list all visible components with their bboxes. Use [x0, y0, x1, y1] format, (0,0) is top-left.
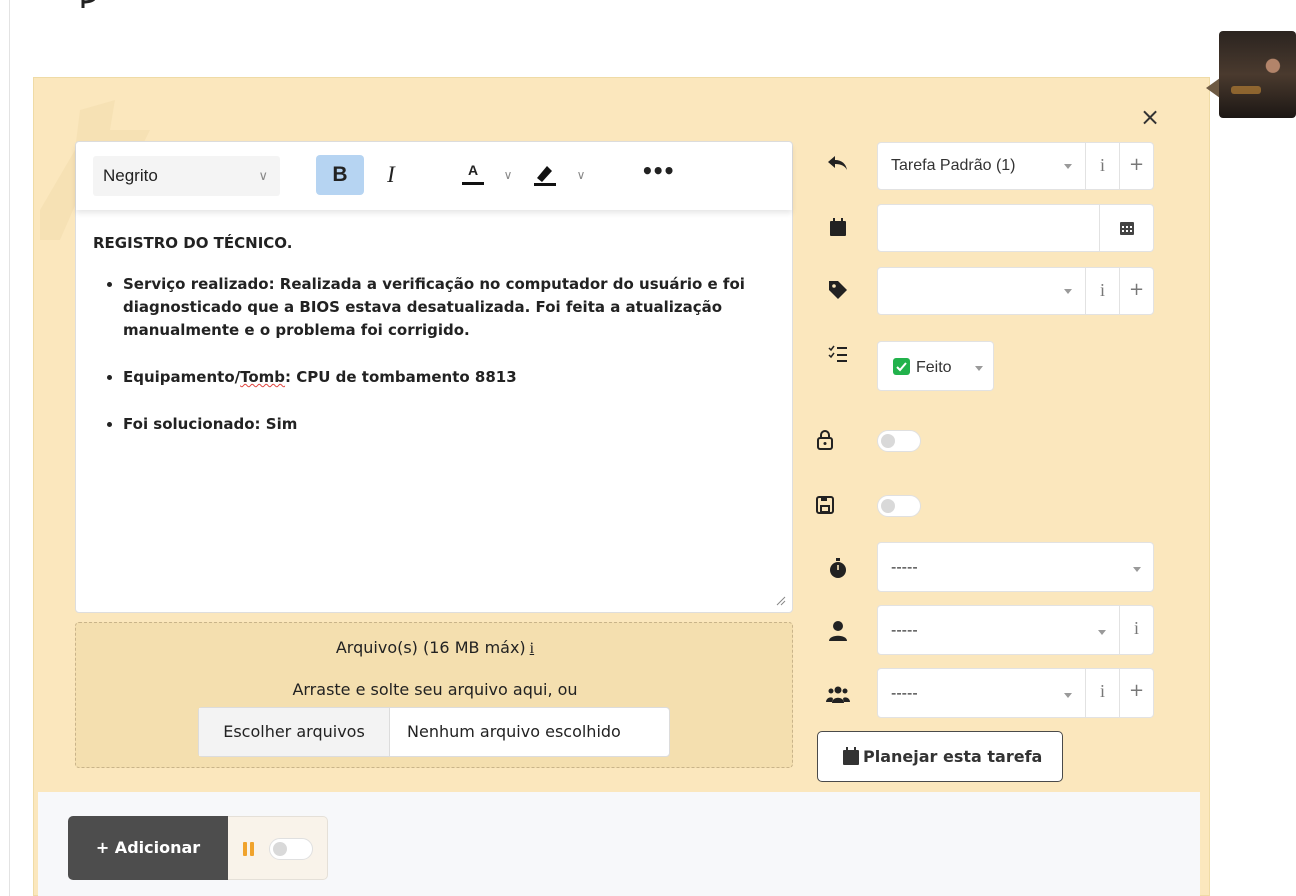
task-template-select[interactable]: Tarefa Padrão (1) i +	[877, 142, 1154, 190]
avatar-pointer	[1206, 78, 1220, 98]
font-color-icon: A	[467, 162, 479, 178]
caret-down-icon	[1064, 289, 1072, 294]
highlight-chevron-icon[interactable]: ∨	[574, 165, 588, 185]
status-dropdown[interactable]: Feito	[877, 341, 994, 391]
pause-segment	[228, 816, 328, 880]
reply-icon	[828, 156, 847, 170]
file-input[interactable]: Escolher arquivos Nenhum arquivo escolhi…	[198, 707, 670, 757]
task-template-value: Tarefa Padrão (1)	[891, 157, 1016, 174]
status-label: Feito	[916, 359, 952, 376]
content-heading: REGISTRO DO TÉCNICO.	[93, 234, 293, 252]
list-item: Foi solucionado: Sim	[123, 413, 783, 436]
user-icon	[829, 621, 847, 641]
caret-down-icon	[1098, 630, 1106, 635]
calendar-icon	[843, 747, 859, 765]
drag-drop-hint: Arraste e solte seu arquivo aqui, ou	[292, 680, 578, 699]
caret-down-icon	[975, 366, 983, 371]
duration-select[interactable]: -----	[877, 542, 1154, 592]
lock-icon	[817, 430, 833, 450]
no-file-text: Nenhum arquivo escolhido	[407, 722, 621, 741]
rich-text-editor[interactable]: Negrito ∨ B I A ∨ ∨ ••• REGISTRO DO TÉCN…	[75, 141, 793, 613]
misspelled-word: Tomb	[240, 368, 286, 386]
calendar-grid-icon	[1119, 222, 1134, 235]
content-bullet-list: Serviço realizado: Realizada a verificaç…	[93, 273, 783, 436]
save-icon	[816, 496, 834, 514]
chevron-down-icon: ∨	[258, 168, 268, 183]
technician-info-button[interactable]: i	[1119, 606, 1153, 654]
category-add-button[interactable]: +	[1119, 268, 1153, 314]
truncated-heading-fragment	[81, 0, 96, 8]
list-item: Serviço realizado: Realizada a verificaç…	[123, 273, 783, 342]
editor-content[interactable]: REGISTRO DO TÉCNICO. Serviço realizado: …	[93, 232, 783, 460]
caret-down-icon	[1064, 164, 1072, 169]
caret-down-icon	[1133, 567, 1141, 572]
technician-select[interactable]: ----- i	[877, 605, 1154, 655]
status-done-icon	[893, 358, 910, 375]
bold-button[interactable]: B	[316, 155, 364, 195]
group-icon	[826, 686, 850, 703]
private-toggle[interactable]	[877, 430, 921, 452]
user-avatar	[1219, 31, 1296, 118]
page-left-border	[9, 0, 10, 896]
group-select[interactable]: ----- i +	[877, 668, 1154, 718]
group-value: -----	[891, 685, 918, 702]
pause-toggle[interactable]	[269, 838, 313, 860]
font-color-button[interactable]: A	[459, 162, 487, 188]
calendar-icon	[830, 218, 846, 236]
category-select[interactable]: i +	[877, 267, 1154, 315]
info-icon[interactable]: i	[530, 640, 534, 657]
list-item: Equipamento/Tomb: CPU de tombamento 8813	[123, 366, 783, 389]
save-toggle[interactable]	[877, 495, 921, 517]
date-picker-button[interactable]	[1099, 205, 1153, 251]
group-info-button[interactable]: i	[1085, 669, 1119, 717]
font-color-chevron-icon[interactable]: ∨	[501, 165, 515, 185]
technician-value: -----	[891, 622, 918, 639]
checklist-icon	[828, 345, 847, 362]
template-add-button[interactable]: +	[1119, 143, 1153, 189]
choose-files-button[interactable]: Escolher arquivos	[199, 708, 390, 756]
files-title: Arquivo(s) (16 MB máx) i	[335, 638, 535, 657]
plan-task-button[interactable]: Planejar esta tarefa	[817, 731, 1063, 782]
close-icon[interactable]: ×	[1137, 104, 1163, 130]
resize-handle-icon[interactable]	[776, 596, 786, 606]
pause-icon	[243, 842, 257, 856]
category-info-button[interactable]: i	[1085, 268, 1119, 314]
italic-button[interactable]: I	[376, 155, 406, 195]
add-button[interactable]: + Adicionar	[68, 816, 228, 880]
paragraph-format-select[interactable]: Negrito ∨	[93, 156, 280, 196]
group-add-button[interactable]: +	[1119, 669, 1153, 717]
editor-toolbar: Negrito ∨ B I A ∨ ∨ •••	[76, 142, 792, 210]
template-info-button[interactable]: i	[1085, 143, 1119, 189]
date-field[interactable]	[877, 204, 1154, 252]
caret-down-icon	[1064, 693, 1072, 698]
paragraph-format-value: Negrito	[103, 166, 158, 185]
tag-icon	[829, 281, 847, 299]
file-dropzone[interactable]: Arquivo(s) (16 MB máx) i Arraste e solte …	[75, 622, 793, 768]
highlight-marker-icon[interactable]	[531, 160, 559, 188]
plan-task-label: Planejar esta tarefa	[863, 747, 1043, 766]
more-options-icon[interactable]: •••	[641, 161, 675, 186]
stopwatch-icon	[830, 558, 846, 578]
duration-value: -----	[891, 559, 918, 576]
